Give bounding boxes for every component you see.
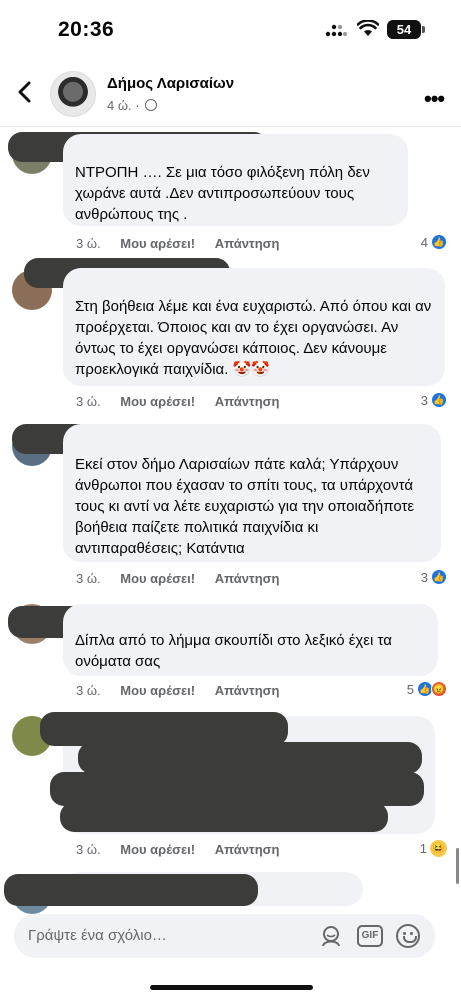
reply-button[interactable]: Απάντηση [215, 571, 280, 586]
reply-button[interactable]: Απάντηση [215, 683, 280, 698]
signal-icon [325, 24, 347, 37]
comment-input[interactable]: Γράψτε ένα σχόλιο… [28, 927, 167, 944]
comment-time: 3 ώ. [76, 394, 101, 409]
redacted-text [78, 742, 422, 774]
avatar-sticker-icon[interactable] [319, 924, 343, 948]
reaction-summary[interactable]: 3 👍 [421, 569, 447, 585]
gif-icon[interactable]: GIF [357, 925, 383, 947]
comment-actions: 3 ώ. Μου αρέσει! Απάντηση [76, 842, 296, 857]
comment-text: Δίπλα από το λήμμα σκουπίδι στο λεξικό έ… [75, 632, 392, 670]
like-button[interactable]: Μου αρέσει! [120, 236, 195, 251]
redacted-name [4, 874, 258, 906]
battery-cap [422, 26, 425, 33]
comment-bubble: ΝΤΡΟΠΗ …. Σε μια τόσο φιλόξενη πόλη δεν … [63, 134, 408, 226]
comment-bubble: Δίπλα από το λήμμα σκουπίδι στο λεξικό έ… [63, 604, 438, 676]
status-time: 20:36 [58, 18, 115, 41]
post-age: 4 ώ. · [107, 98, 140, 113]
reaction-summary[interactable]: 3 👍 [421, 392, 447, 408]
comment-actions: 3 ώ. Μου αρέσει! Απάντηση [76, 571, 296, 586]
comment-time: 3 ώ. [76, 236, 101, 251]
like-button[interactable]: Μου αρέσει! [120, 394, 195, 409]
like-button[interactable]: Μου αρέσει! [120, 842, 195, 857]
more-icon[interactable]: ••• [424, 86, 445, 112]
comment-actions: 3 ώ. Μου αρέσει! Απάντηση [76, 236, 296, 251]
reply-button[interactable]: Απάντηση [215, 236, 280, 251]
like-button[interactable]: Μου αρέσει! [120, 683, 195, 698]
comment-text: Εκεί στον δήμο Λαρισαίων πάτε καλά; Υπάρ… [75, 456, 415, 557]
reaction-count: 3 [420, 392, 428, 408]
battery-indicator: 54 [387, 20, 421, 39]
page-avatar[interactable] [50, 71, 96, 117]
reaction-count: 1 [419, 841, 427, 856]
scrollbar[interactable] [456, 848, 459, 884]
page-name[interactable]: Δήμος Λαρισαίων [107, 75, 234, 92]
comment-bubble: Στη βοήθεια λέμε και ένα ευχαριστώ. Από … [63, 268, 445, 386]
redacted-text [60, 802, 388, 832]
angry-icon: 😠 [431, 681, 447, 697]
like-icon: 👍 [431, 569, 447, 585]
like-icon: 👍 [431, 392, 447, 408]
haha-icon: 😆 [430, 840, 447, 857]
post-header: Δήμος Λαρισαίων 4 ώ. · ••• [0, 64, 461, 126]
like-icon: 👍 [431, 234, 447, 250]
wifi-icon [357, 20, 379, 36]
comment-time: 3 ώ. [76, 683, 101, 698]
comment-text: ΝΤΡΟΠΗ …. Σε μια τόσο φιλόξενη πόλη δεν … [75, 164, 370, 223]
emoji-icon[interactable] [396, 924, 420, 948]
reaction-summary[interactable]: 1 😆 [420, 840, 447, 857]
comment-bubble: Εκεί στον δήμο Λαρισαίων πάτε καλά; Υπάρ… [63, 424, 441, 562]
home-indicator [150, 985, 313, 990]
reply-button[interactable]: Απάντηση [215, 394, 280, 409]
header-divider [0, 126, 461, 127]
comment-actions: 3 ώ. Μου αρέσει! Απάντηση [76, 683, 296, 698]
reply-button[interactable]: Απάντηση [215, 842, 280, 857]
comment-compose[interactable]: Γράψτε ένα σχόλιο… GIF [14, 914, 435, 958]
reaction-summary[interactable]: 5 👍 😠 [407, 681, 447, 697]
back-arrow-icon[interactable] [14, 80, 36, 104]
reaction-count: 5 [406, 681, 414, 697]
redacted-text [50, 772, 424, 806]
reaction-summary[interactable]: 4 👍 [421, 234, 447, 250]
redacted-name [40, 712, 288, 746]
comment-actions: 3 ώ. Μου αρέσει! Απάντηση [76, 394, 296, 409]
clown-emoji: 🤡🤡 [232, 361, 270, 378]
like-button[interactable]: Μου αρέσει! [120, 571, 195, 586]
reaction-count: 3 [420, 569, 428, 585]
status-bar: 20:36 54 [0, 0, 461, 60]
post-meta: 4 ώ. · [107, 98, 158, 113]
globe-icon [145, 99, 158, 111]
reaction-count: 4 [420, 234, 428, 250]
comment-time: 3 ώ. [76, 571, 101, 586]
comment-time: 3 ώ. [76, 842, 101, 857]
